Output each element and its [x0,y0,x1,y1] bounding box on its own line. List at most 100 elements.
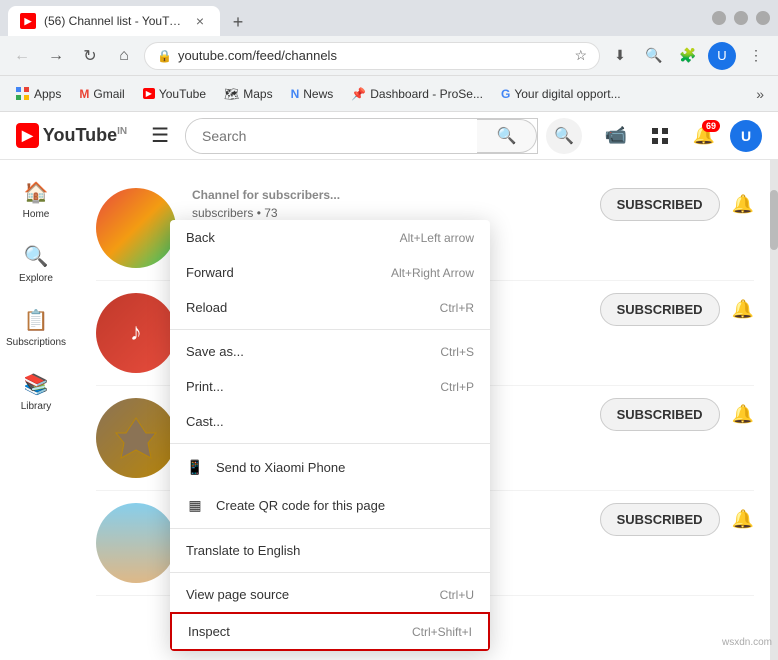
save-as-label: Save as... [186,344,244,359]
view-source-label: View page source [186,587,289,602]
more-bookmarks-button[interactable]: » [750,82,770,106]
create-button[interactable]: 📹 [598,118,634,154]
hamburger-menu-button[interactable]: ☰ [151,123,169,148]
inspect-shortcut: Ctrl+Shift+I [412,625,472,639]
close-button[interactable] [756,11,770,25]
address-bar: ← → ↻ ⌂ 🔒 youtube.com/feed/channels ☆ ⬇ … [0,36,778,76]
gmail-icon: M [79,87,89,101]
bookmark-youtube[interactable]: ▶ YouTube [135,83,214,105]
mic-button[interactable]: 🔍 [546,118,582,154]
notifications-button[interactable]: 🔔 69 [686,118,722,154]
new-tab-button[interactable]: + [224,8,252,36]
context-menu-divider-4 [170,572,490,573]
bookmark-maps-label: Maps [243,87,272,101]
watermark: wsxdn.com [722,637,772,648]
youtube-favicon-icon: ▶ [143,88,155,99]
user-avatar[interactable]: U [730,120,762,152]
back-shortcut: Alt+Left arrow [400,231,474,245]
youtube-logo[interactable]: ▶ YouTubeIN [16,123,127,148]
bookmark-star-icon[interactable]: ☆ [574,47,587,64]
extensions-button[interactable]: 🧩 [674,42,702,70]
home-button[interactable]: ⌂ [110,42,138,70]
dashboard-icon: 📌 [351,87,366,101]
bookmark-news[interactable]: N News [283,83,342,105]
forward-shortcut: Alt+Right Arrow [391,266,474,280]
bookmark-digital[interactable]: G Your digital opport... [493,83,629,105]
bookmark-apps-label: Apps [34,87,61,101]
context-menu-qr-code[interactable]: ▦ Create QR code for this page [170,486,490,524]
context-menu-cast[interactable]: Cast... [170,404,490,439]
bookmarks-bar: Apps M Gmail ▶ YouTube 🗺 Maps N News 📌 D… [0,76,778,112]
apps-grid-icon [16,87,30,101]
back-label: Back [186,230,215,245]
search-browser-button[interactable]: 🔍 [640,42,668,70]
bookmark-maps[interactable]: 🗺 Maps [216,83,281,105]
maximize-button[interactable] [734,11,748,25]
search-input[interactable] [186,119,477,153]
tab-area: ▶ (56) Channel list - YouTube × + [8,0,252,36]
context-menu-divider-2 [170,443,490,444]
header-right: 📹 🔔 69 U [598,118,762,154]
youtube-app: ▶ YouTubeIN ☰ 🔍 🔍 📹 🔔 69 U [0,112,778,612]
context-menu-view-source[interactable]: View page source Ctrl+U [170,577,490,612]
context-menu-reload[interactable]: Reload Ctrl+R [170,290,490,325]
youtube-header: ▶ YouTubeIN ☰ 🔍 🔍 📹 🔔 69 U [0,112,778,160]
window-controls [712,11,770,25]
context-menu-overlay: Back Alt+Left arrow Forward Alt+Right Ar… [0,160,778,612]
bookmark-digital-label: Your digital opport... [514,87,620,101]
youtube-country-code: IN [117,126,127,137]
profile-button[interactable]: U [708,42,736,70]
search-button[interactable]: 🔍 [477,119,537,153]
youtube-body: 🏠 Home 🔍 Explore 📋 Subscriptions 📚 Libra… [0,160,778,612]
download-button[interactable]: ⬇ [606,42,634,70]
qr-code-icon: ▦ [186,496,204,514]
bookmark-gmail[interactable]: M Gmail [71,83,132,105]
view-source-shortcut: Ctrl+U [440,588,474,602]
reload-label: Reload [186,300,227,315]
apps-grid-button[interactable] [642,118,678,154]
bookmark-news-label: News [303,87,333,101]
active-tab[interactable]: ▶ (56) Channel list - YouTube × [8,6,220,36]
bookmark-apps[interactable]: Apps [8,83,69,105]
browser-chrome: ▶ (56) Channel list - YouTube × + ← → ↻ … [0,0,778,112]
send-xiaomi-label: Send to Xiaomi Phone [216,460,345,475]
qr-code-left: ▦ Create QR code for this page [186,496,385,514]
title-bar: ▶ (56) Channel list - YouTube × + [0,0,778,36]
reload-button[interactable]: ↻ [76,42,104,70]
minimize-button[interactable] [712,11,726,25]
context-menu-back[interactable]: Back Alt+Left arrow [170,220,490,255]
address-input[interactable]: 🔒 youtube.com/feed/channels ☆ [144,42,600,70]
print-label: Print... [186,379,224,394]
inspect-label: Inspect [188,624,230,639]
send-xiaomi-left: 📱 Send to Xiaomi Phone [186,458,345,476]
save-as-shortcut: Ctrl+S [440,345,474,359]
back-button[interactable]: ← [8,42,36,70]
context-menu-print[interactable]: Print... Ctrl+P [170,369,490,404]
tab-close-button[interactable]: × [192,13,208,29]
tab-title: (56) Channel list - YouTube [44,14,184,28]
reload-shortcut: Ctrl+R [440,301,474,315]
qr-code-label: Create QR code for this page [216,498,385,513]
lock-icon: 🔒 [157,49,172,63]
search-box: 🔍 [185,118,538,154]
context-menu-send-xiaomi[interactable]: 📱 Send to Xiaomi Phone [170,448,490,486]
forward-label: Forward [186,265,234,280]
tab-favicon: ▶ [20,13,36,29]
youtube-logo-text: YouTubeIN [43,125,127,146]
context-menu-inspect[interactable]: Inspect Ctrl+Shift+I [170,612,490,651]
bookmark-dashboard[interactable]: 📌 Dashboard - ProSe... [343,83,491,105]
xiaomi-phone-icon: 📱 [186,458,204,476]
context-menu-translate[interactable]: Translate to English [170,533,490,568]
address-text: youtube.com/feed/channels [178,48,568,63]
context-menu-forward[interactable]: Forward Alt+Right Arrow [170,255,490,290]
translate-label: Translate to English [186,543,300,558]
context-menu-save-as[interactable]: Save as... Ctrl+S [170,334,490,369]
news-icon: N [291,87,300,101]
chrome-menu-button[interactable]: ⋮ [742,42,770,70]
maps-icon: 🗺 [224,87,239,101]
search-container: 🔍 🔍 [185,118,582,154]
bookmark-dashboard-label: Dashboard - ProSe... [370,87,483,101]
forward-button[interactable]: → [42,42,70,70]
context-menu-divider-1 [170,329,490,330]
notification-badge: 69 [702,120,720,132]
